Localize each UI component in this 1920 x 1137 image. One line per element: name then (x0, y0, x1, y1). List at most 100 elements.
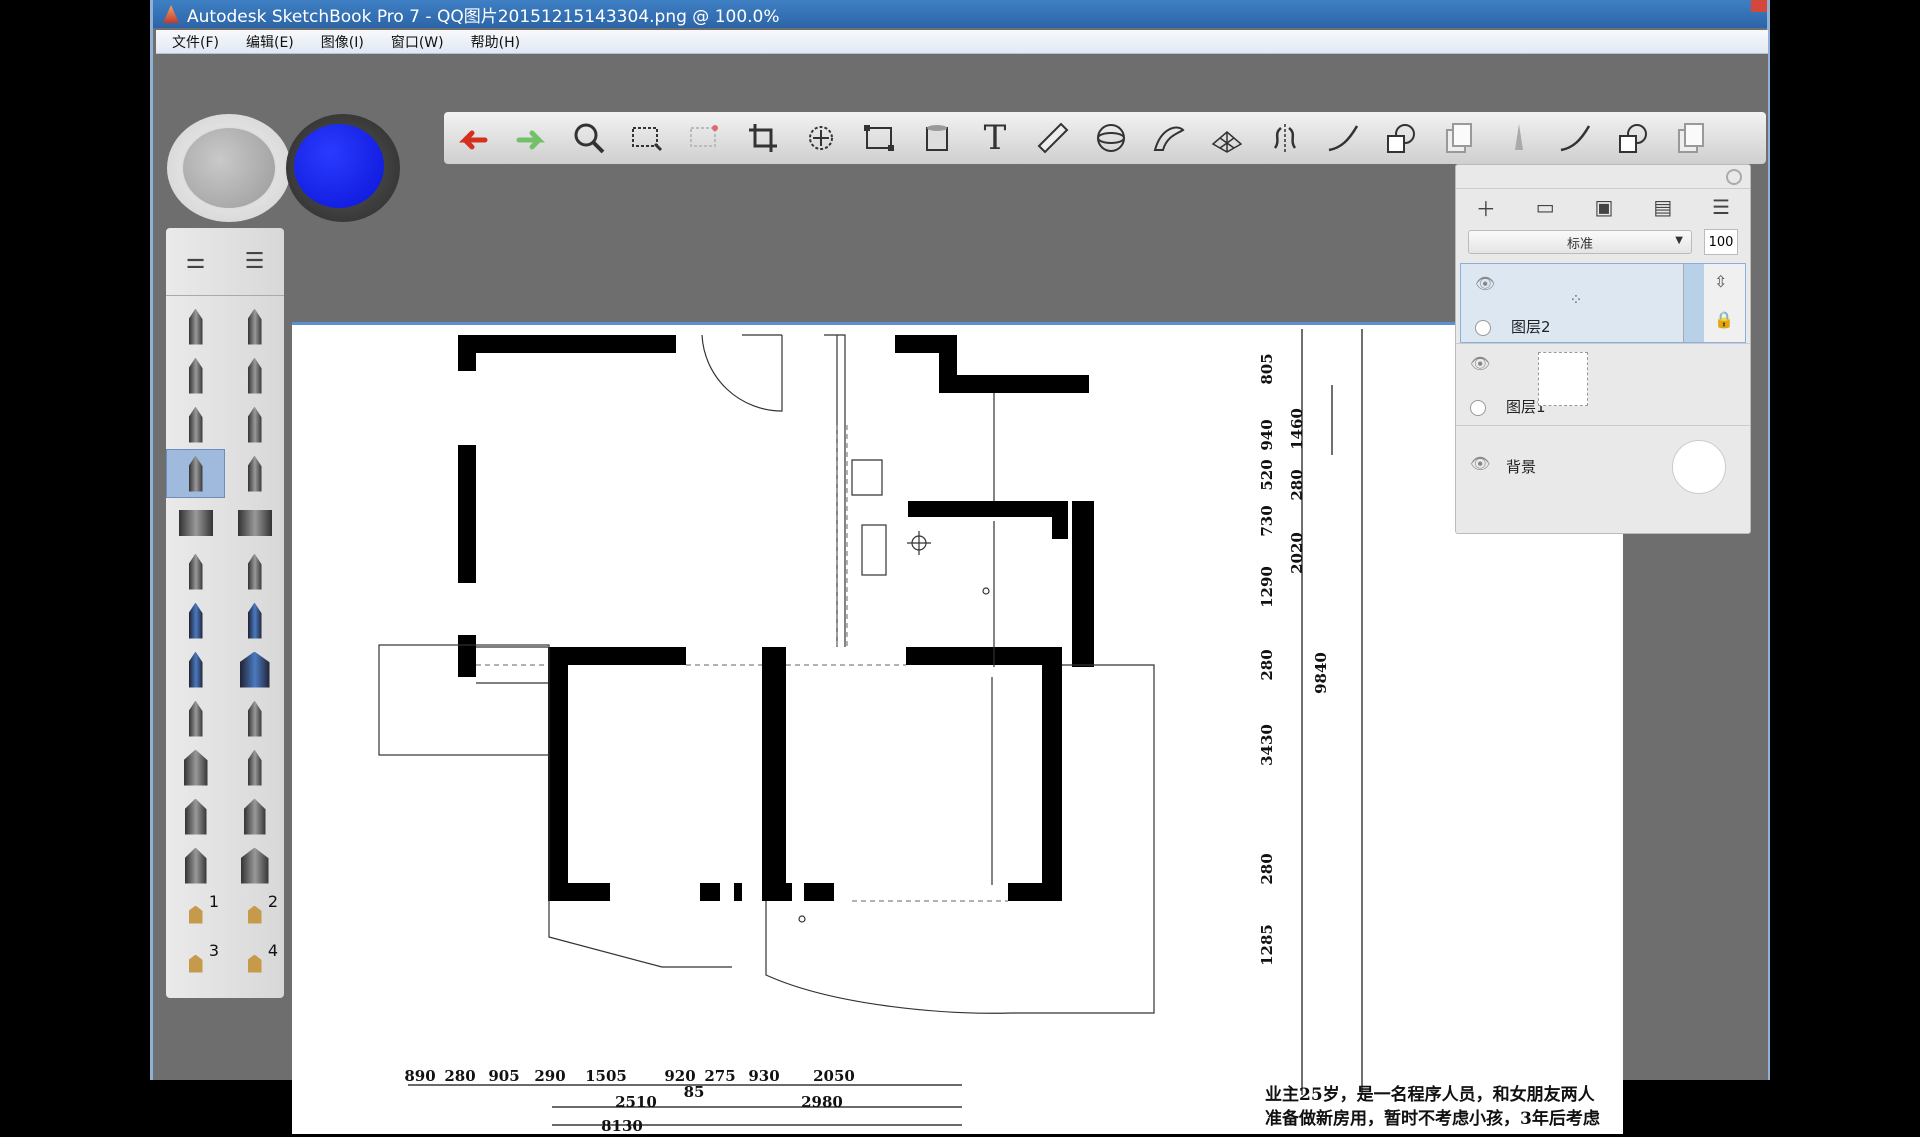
fill-icon[interactable] (915, 118, 959, 158)
brush-blue-marker[interactable] (225, 596, 284, 645)
brush-marker[interactable] (166, 351, 225, 400)
brush-ballpoint[interactable] (225, 302, 284, 351)
dim-bottom-4: 1505 (585, 1067, 627, 1085)
brush-pencil[interactable] (166, 302, 225, 351)
add-folder-icon[interactable]: ▭ (1536, 195, 1555, 219)
drawing-paper[interactable]: 9840 8130 805 940 520 730 1290 280 3430 280 1285… (292, 322, 1623, 1135)
color-puck-gray[interactable] (167, 114, 291, 222)
shape-icon[interactable] (1379, 118, 1423, 158)
layer-item-background[interactable]: 👁 背景 (1456, 425, 1750, 507)
brush-fine-pen[interactable] (225, 400, 284, 449)
brush-smudge[interactable] (166, 792, 225, 841)
symmetry-icon[interactable] (1263, 118, 1307, 158)
select-rect-icon[interactable] (625, 118, 669, 158)
floor-plan-drawing: 9840 8130 805 940 520 730 1290 280 3430 280 1285… (378, 329, 1363, 1135)
brush-blue-wide[interactable] (225, 645, 284, 694)
ellipse-guide-icon[interactable] (1089, 118, 1133, 158)
brush-palette: ⚌ ☰ 1 2 3 4 (166, 228, 284, 998)
brush-wide-flat[interactable] (225, 841, 284, 890)
layer-item-2[interactable]: 👁 图层2 ⁘ ⇳ 🔒 (1460, 263, 1746, 343)
close-button[interactable] (1751, 0, 1767, 12)
sketchbook-app-icon (163, 5, 179, 23)
dim-right-4: 1290 (1258, 566, 1276, 608)
brush-blur[interactable] (225, 792, 284, 841)
brush-slot-4[interactable]: 4 (225, 939, 284, 988)
redo-icon[interactable] (509, 118, 553, 158)
dim-right-3: 730 (1258, 505, 1276, 536)
transform-icon[interactable] (799, 118, 843, 158)
visibility-eye-icon[interactable]: 👁 (1470, 354, 1490, 373)
brush-pen[interactable] (166, 400, 225, 449)
crop-icon[interactable] (741, 118, 785, 158)
dim-total-width: 8130 (601, 1117, 643, 1135)
paste-icon[interactable] (1669, 118, 1713, 158)
canvas-area: T ⚌ ☰ 1 2 3 4 9840 8130 805 940 520 730 … (156, 54, 1768, 1135)
opacity-field[interactable]: 100 (1704, 229, 1738, 255)
dim-bottom-mid-1: 85 (684, 1083, 705, 1101)
layer-editor: ＋ ▭ ▣ ▤ ☰ 标准 ▼ 100 👁 图层2 ⁘ ⇳ 🔒 👁 图层1 👁 背… (1455, 164, 1751, 534)
perspective-icon[interactable] (1205, 118, 1249, 158)
ruler-icon[interactable] (1031, 118, 1075, 158)
color-puck-blue[interactable] (286, 114, 400, 222)
layer-radio[interactable] (1470, 400, 1486, 416)
brush-slot-3[interactable]: 3 (166, 939, 225, 988)
brush-slot-1[interactable]: 1 (166, 890, 225, 939)
brush-settings-icon[interactable]: ⚌ (186, 249, 206, 274)
brush-blue-pen[interactable] (166, 596, 225, 645)
distort-icon[interactable] (857, 118, 901, 158)
copy-layer-icon[interactable] (1437, 118, 1481, 158)
blend-mode-select[interactable]: 标准 ▼ (1468, 230, 1692, 254)
add-layer-icon[interactable]: ＋ (1476, 193, 1496, 222)
brush-textured[interactable] (225, 449, 284, 498)
brush-fan[interactable] (225, 743, 284, 792)
dim-right-mid-1: 280 (1288, 469, 1306, 500)
note-line-1: 业主25岁，是一名程序人员，和女朋友两人 (1265, 1085, 1595, 1105)
brush-inking-selected[interactable] (166, 449, 225, 498)
zoom-icon[interactable] (567, 118, 611, 158)
panel-close-icon[interactable] (1726, 169, 1742, 185)
title-bar: Autodesk SketchBook Pro 7 - QQ图片20151215… (153, 0, 1767, 28)
brush-library-icon[interactable]: ☰ (245, 249, 265, 274)
dim-bottom-7: 930 (748, 1067, 779, 1085)
menu-file[interactable]: 文件(F) (161, 32, 230, 52)
text-icon[interactable]: T (973, 118, 1017, 158)
menu-edit[interactable]: 编辑(E) (235, 32, 305, 52)
brush-chisel[interactable] (225, 351, 284, 400)
select-lasso-icon[interactable] (683, 118, 727, 158)
dim-bottom-1: 280 (444, 1067, 475, 1085)
menu-window[interactable]: 窗口(W) (380, 32, 455, 52)
menu-image[interactable]: 图像(I) (310, 32, 375, 52)
move-layer-icon[interactable]: ⇳ (1714, 272, 1727, 291)
add-image-icon[interactable]: ▣ (1595, 195, 1614, 219)
background-color-swatch[interactable] (1672, 440, 1726, 494)
curve-icon[interactable] (1553, 118, 1597, 158)
dim-right-1: 940 (1258, 419, 1276, 450)
brush-bristle[interactable] (166, 743, 225, 792)
menu-help[interactable]: 帮助(H) (460, 32, 531, 52)
brush-airbrush-soft[interactable] (225, 547, 284, 596)
brush-round[interactable] (166, 694, 225, 743)
visibility-eye-icon[interactable]: 👁 (1470, 454, 1490, 473)
visibility-eye-icon[interactable]: 👁 (1475, 274, 1495, 293)
toolbar: T (444, 112, 1766, 164)
layer-item-1[interactable]: 👁 图层1 (1456, 343, 1750, 425)
undo-icon[interactable] (451, 118, 495, 158)
dim-right-mid-0: 1460 (1288, 408, 1306, 450)
french-curve-icon[interactable] (1147, 118, 1191, 158)
brush-flat[interactable] (225, 694, 284, 743)
layer-menu-icon[interactable]: ☰ (1712, 195, 1730, 219)
brush-airbrush[interactable] (166, 547, 225, 596)
brush-eraser-soft[interactable] (225, 498, 284, 547)
dim-bottom-3: 290 (534, 1067, 565, 1085)
clear-layer-icon[interactable]: ▤ (1653, 195, 1672, 219)
brush-icon[interactable] (1495, 118, 1539, 158)
layer-radio[interactable] (1475, 320, 1491, 336)
brush-sharpen[interactable] (166, 841, 225, 890)
shape2-icon[interactable] (1611, 118, 1655, 158)
brush-slot-2[interactable]: 2 (225, 890, 284, 939)
stroke-icon[interactable] (1321, 118, 1365, 158)
layer-side-tools: ⇳ 🔒 (1683, 264, 1745, 342)
brush-eraser-hard[interactable] (166, 498, 225, 547)
lock-icon[interactable]: 🔒 (1714, 310, 1734, 329)
brush-blue-chisel[interactable] (166, 645, 225, 694)
